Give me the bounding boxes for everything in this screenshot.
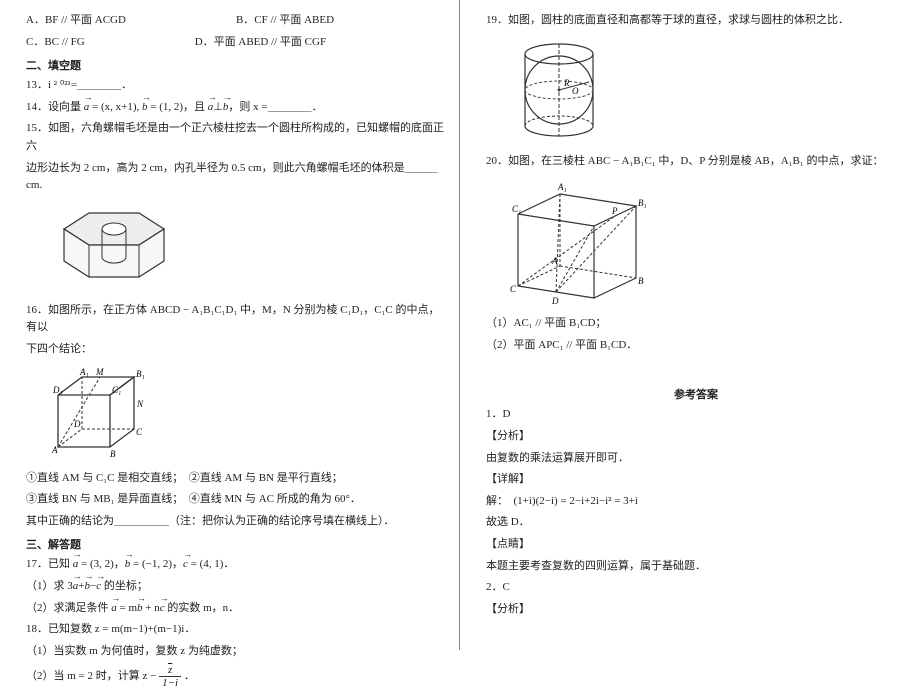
q18-frac: z 1−i [159,664,181,689]
svg-text:A₁: A₁ [79,367,89,377]
svg-text:B: B [638,276,644,286]
svg-text:D: D [73,419,81,429]
svg-text:N: N [136,399,144,409]
q12-opt-c: C．BC // FG [26,34,85,52]
q17-2a: （2）求满足条件 [26,602,111,614]
q14-t1: 14．设向量 [26,101,84,113]
a1-dj: 【点睛】 [486,536,906,554]
q17-2: （2）求满足条件 a = mb + nc 的实数 m，n． [26,600,445,618]
sphere-cylinder-figure: R O [504,36,906,147]
q14: 14．设向量 a = (x, x+1), b = (1, 2)，且 a⊥b，则 … [26,99,445,117]
q12-row1: A．BF // 平面 ACGD B．CF // 平面 ABED [26,12,445,30]
q17-2d: 的实数 m，n． [165,602,240,614]
svg-text:C: C [136,427,143,437]
q20-1: （1）AC₁ // 平面 B₁CD； [486,315,906,333]
a1-num: 1．D [486,406,906,424]
svg-text:C₁: C₁ [112,385,121,395]
q15-l1: 15．如图，六角螺帽毛坯是由一个正六棱柱挖去一个圆柱所构成的，已知螺帽的底面正六 [26,120,445,155]
svg-text:C: C [510,284,517,294]
svg-text:O: O [572,86,579,96]
q16-l1: 16．如图所示，在正方体 ABCD − A₁B₁C₁D₁ 中，M，N 分别为棱 … [26,302,445,337]
q12-opt-d: D．平面 ABED // 平面 CGF [195,34,326,52]
q18: 18．已知复数 z = m(m−1)+(m−1)i． [26,621,445,639]
q12-opt-b: B．CF // 平面 ABED [236,12,334,30]
q18-2a: （2）当 m = 2 时，计算 z − [26,670,159,682]
q16-c2: ③直线 BN 与 MB₁ 是异面直线； ④直线 MN 与 AC 所成的角为 60… [26,491,445,509]
q16-l2: 下四个结论： [26,341,445,359]
a1-xj: 【详解】 [486,471,906,489]
q17-t1: 17．已知 [26,558,73,570]
q20-2: （2）平面 APC₁ // 平面 B₁CD． [486,337,906,355]
cube-figure: D₁ A₁ B₁ C₁ M N A B C D [44,365,445,464]
svg-text:B: B [110,449,116,459]
q19: 19．如图，圆柱的底面直径和高都等于球的直径，求球与圆柱的体积之比． [486,12,906,30]
svg-text:D₁: D₁ [52,385,63,395]
q15-l2: 边形边长为 2 cm，高为 2 cm，内孔半径为 0.5 cm，则此六角螺帽毛坯… [26,160,445,195]
answers-title: 参考答案 [486,386,906,402]
a2-num: 2．C [486,579,906,597]
q17-t4: = (4, 1)． [188,558,235,570]
prism-figure: C₁ A₁ B₁ P C A B D [504,176,906,309]
a1-dj-txt: 本题主要考查复数的四则运算，属于基础题． [486,558,906,576]
a1-xj-txt: 解： (1+i)(2−i) = 2−i+2i−i² = 3+i [486,493,906,511]
q18-1: （1）当实数 m 为何值时，复数 z 为纯虚数； [26,643,445,661]
q14-t3: = (1, 2)，且 [147,101,207,113]
a1-gu: 故选 D． [486,514,906,532]
svg-text:B₁: B₁ [638,198,647,208]
left-column: A．BF // 平面 ACGD B．CF // 平面 ABED C．BC // … [0,0,460,650]
a1-fx-txt: 由复数的乘法运算展开即可． [486,450,906,468]
hex-nut-figure [44,201,445,296]
q14-t5: ，则 x =＿＿＿＿． [228,101,322,113]
svg-text:R: R [563,78,570,88]
q14-t2: = (x, x+1), [89,101,142,113]
svg-text:C₁: C₁ [512,204,521,214]
svg-text:B₁: B₁ [136,369,145,379]
svg-text:D: D [551,296,559,306]
q17-t3: = (−1, 2)， [130,558,183,570]
q12-row2: C．BC // FG D．平面 ABED // 平面 CGF [26,34,445,52]
spacer [486,358,906,378]
q16-c1: ①直线 AM 与 C₁C 是相交直线； ②直线 AM 与 BN 是平行直线； [26,470,445,488]
svg-text:A: A [51,445,58,455]
section-fill: 二、填空题 [26,57,445,73]
right-column: 19．如图，圆柱的底面直径和高都等于球的直径，求球与圆柱的体积之比． R O 2… [460,0,920,650]
q16-c3: 其中正确的结论为＿＿＿＿＿（注：把你认为正确的结论序号填在横线上）． [26,513,445,531]
q18-2b: ． [184,670,195,682]
svg-text:A: A [551,256,558,266]
q17-1a: （1）求 3 [26,580,73,592]
q12-opt-a: A．BF // 平面 ACGD [26,12,126,30]
svg-text:P: P [611,206,618,216]
a2-fx: 【分析】 [486,601,906,619]
section-solve: 三、解答题 [26,536,445,552]
q20: 20．如图，在三棱柱 ABC − A₁B₁C₁ 中，D、P 分别是棱 AB，A₁… [486,153,906,171]
svg-text:A₁: A₁ [557,182,567,192]
q18-2: （2）当 m = 2 时，计算 z − z 1−i ． [26,664,445,689]
q17-1: （1）求 3a+b−c 的坐标； [26,578,445,596]
svg-text:M: M [95,367,104,377]
a1-fx: 【分析】 [486,428,906,446]
